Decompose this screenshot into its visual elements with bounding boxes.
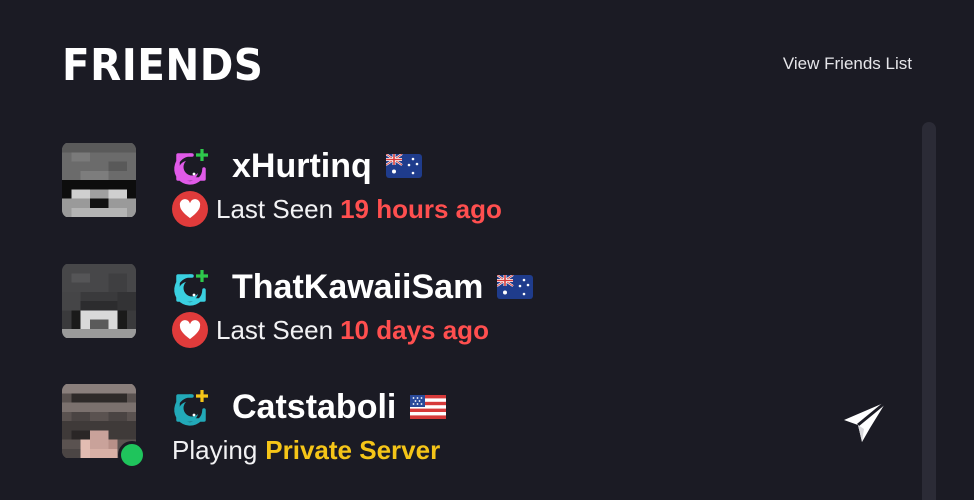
- friend-row[interactable]: xHurtinq Last Seen 19 hours ago: [62, 142, 902, 227]
- moon-rank-icon: [174, 390, 208, 426]
- heart-icon: [172, 191, 208, 227]
- friend-name-row: xHurtinq: [172, 146, 422, 186]
- friends-panel: FRIENDS View Friends List xHurtinq Last …: [0, 0, 974, 500]
- friend-username[interactable]: xHurtinq: [232, 147, 372, 186]
- status-value: 10 days ago: [340, 314, 489, 345]
- friend-status: Last Seen 10 days ago: [172, 312, 489, 348]
- moon-rank-icon: [174, 270, 208, 306]
- heart-icon: [172, 312, 208, 348]
- friend-username[interactable]: ThatKawaiiSam: [232, 268, 483, 307]
- friend-row[interactable]: Catstaboli Playing Private Server: [62, 383, 902, 469]
- usa-flag-icon: [410, 395, 447, 419]
- view-friends-list-link[interactable]: View Friends List: [783, 54, 912, 74]
- send-message-icon[interactable]: [840, 398, 890, 446]
- australia-flag-icon: [497, 275, 534, 299]
- online-status-indicator: [118, 441, 146, 469]
- page-title: FRIENDS: [62, 40, 264, 91]
- friend-name-row: Catstaboli: [172, 387, 447, 427]
- friend-status: Last Seen 19 hours ago: [172, 191, 502, 227]
- status-label: Last Seen: [216, 193, 334, 224]
- status-label: Playing: [172, 434, 258, 465]
- status-label: Last Seen: [216, 314, 334, 345]
- friend-status: Playing Private Server: [172, 433, 440, 467]
- scrollbar[interactable]: [922, 122, 936, 500]
- friend-username[interactable]: Catstaboli: [232, 388, 396, 427]
- status-value: 19 hours ago: [340, 193, 502, 224]
- friend-row[interactable]: ThatKawaiiSam Last Seen 10 days ago: [62, 263, 902, 348]
- avatar[interactable]: [62, 142, 136, 218]
- moon-rank-icon: [174, 149, 208, 185]
- australia-flag-icon: [385, 154, 422, 178]
- avatar[interactable]: [62, 263, 136, 339]
- friend-name-row: ThatKawaiiSam: [172, 267, 534, 307]
- status-value[interactable]: Private Server: [265, 435, 440, 466]
